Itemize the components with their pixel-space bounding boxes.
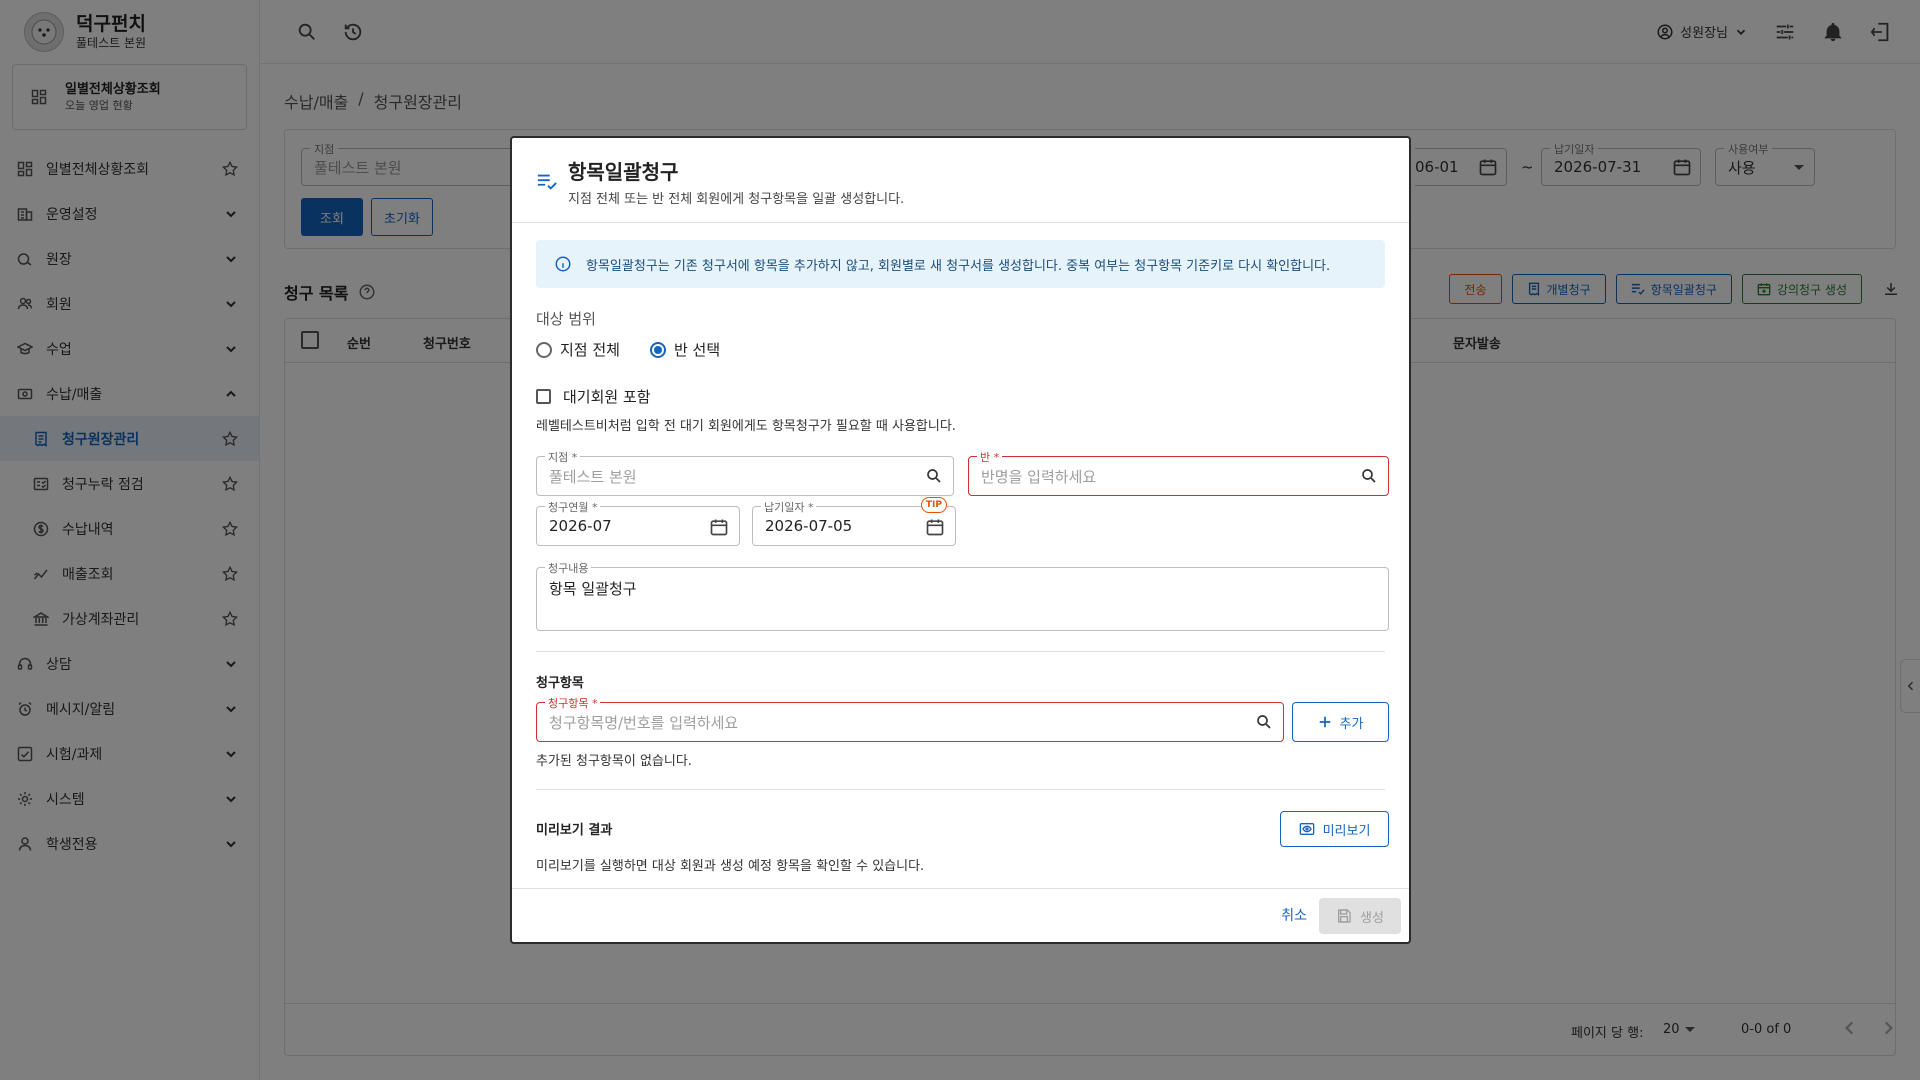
billing-item-field[interactable]: 청구항목 * 청구항목명/번호를 입력하세요 — [536, 695, 1284, 742]
search-icon[interactable] — [925, 467, 943, 485]
preview-label: 미리보기 — [1322, 823, 1371, 839]
due-date-field[interactable]: 납기일자 * TIP 2026-07-05 — [752, 497, 956, 546]
playlist-check-icon — [536, 171, 558, 193]
add-item-label: 추가 — [1339, 716, 1364, 732]
bulk-billing-dialog: 항목일괄청구 지점 전체 또는 반 전체 회원에게 청구항목을 일괄 생성합니다… — [510, 136, 1411, 944]
info-alert: 항목일괄청구는 기존 청구서에 항목을 추가하지 않고, 회원별로 새 청구서를… — [536, 240, 1385, 288]
search-icon[interactable] — [1360, 467, 1378, 485]
items-section-title: 청구항목 — [536, 676, 584, 691]
waitlist-checkbox-row[interactable]: 대기회원 포함 — [536, 386, 651, 407]
waitlist-label[interactable]: 대기회원 포함 — [563, 386, 651, 407]
field-label: 청구항목 * — [545, 695, 601, 711]
bill-month-field[interactable]: 청구연월 * 2026-07 — [536, 499, 740, 546]
class-placeholder: 반명을 입력하세요 — [981, 467, 1097, 486]
dialog-title: 항목일괄청구 — [568, 160, 679, 184]
plus-icon — [1318, 715, 1332, 729]
preview-button[interactable]: 미리보기 — [1280, 811, 1389, 847]
waitlist-checkbox[interactable] — [536, 389, 551, 404]
preview-icon — [1299, 821, 1315, 837]
preview-section-title: 미리보기 결과 — [536, 823, 613, 838]
save-icon — [1336, 908, 1352, 924]
class-field[interactable]: 반 * 반명을 입력하세요 — [968, 449, 1389, 496]
empty-items-text: 추가된 청구항목이 없습니다. — [536, 754, 692, 769]
app-root: 덕구펀치 풀테스트 본원 일별전체상황조회 오늘 영업 현황 일별전체상황조회 … — [0, 0, 1920, 1080]
cancel-button[interactable]: 취소 — [1281, 905, 1307, 925]
calendar-icon[interactable] — [709, 517, 729, 537]
field-label: 납기일자 * — [761, 499, 817, 515]
create-label: 생성 — [1360, 910, 1384, 926]
field-label: 반 * — [977, 449, 1003, 465]
section-divider — [536, 651, 1385, 652]
scope-all-radio[interactable] — [536, 341, 552, 358]
dialog-subtitle: 지점 전체 또는 반 전체 회원에게 청구항목을 일괄 생성합니다. — [568, 192, 905, 207]
scope-label: 대상 범위 — [536, 310, 596, 328]
scope-class-radio[interactable] — [649, 341, 666, 358]
calendar-icon[interactable] — [925, 517, 945, 537]
tip-badge[interactable]: TIP — [920, 497, 947, 513]
content-textarea[interactable]: 청구내용 항목 일괄청구 — [536, 560, 1389, 631]
scope-all-label[interactable]: 지점 전체 — [560, 339, 620, 360]
info-alert-text: 항목일괄청구는 기존 청구서에 항목을 추가하지 않고, 회원별로 새 청구서를… — [586, 258, 1331, 274]
waitlist-help-text: 레벨테스트비처럼 입학 전 대기 회원에게도 항목청구가 필요할 때 사용합니다… — [536, 419, 956, 434]
preview-help-text: 미리보기를 실행하면 대상 회원과 생성 예정 항목을 확인할 수 있습니다. — [536, 859, 925, 874]
field-label: 청구내용 — [545, 560, 592, 576]
dialog-header: 항목일괄청구 지점 전체 또는 반 전체 회원에게 청구항목을 일괄 생성합니다… — [512, 138, 1409, 223]
field-label: 지점 * — [545, 449, 581, 465]
search-icon[interactable] — [1255, 713, 1273, 731]
add-item-button[interactable]: 추가 — [1292, 702, 1389, 742]
due-date-value: 2026-07-05 — [765, 517, 853, 535]
branch-field[interactable]: 지점 * 풀테스트 본원 — [536, 449, 954, 496]
info-icon — [554, 255, 572, 273]
content-value: 항목 일괄청구 — [549, 580, 637, 598]
billing-item-placeholder: 청구항목명/번호를 입력하세요 — [549, 713, 739, 732]
bill-month-value: 2026-07 — [549, 517, 612, 535]
create-button[interactable]: 생성 — [1319, 898, 1401, 934]
field-label: 청구연월 * — [545, 499, 601, 515]
section-divider — [536, 789, 1385, 790]
branch-placeholder: 풀테스트 본원 — [549, 467, 637, 486]
scope-radio-group: 지점 전체 반 선택 — [536, 339, 720, 360]
scope-class-label[interactable]: 반 선택 — [674, 339, 720, 360]
dialog-footer: 취소 생성 — [512, 888, 1409, 942]
